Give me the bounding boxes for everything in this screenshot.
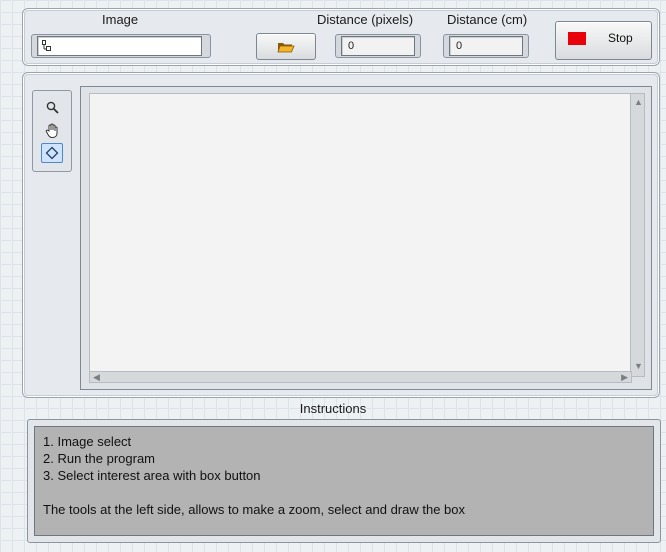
folder-open-icon: [277, 43, 295, 53]
instruction-note: The tools at the left side, allows to ma…: [43, 502, 465, 517]
vi-front-panel: Image Distance (pixels) 0 Distance (cm) …: [0, 0, 666, 552]
distance-pixels-indicator: 0: [341, 36, 415, 56]
instruction-line: 3. Select interest area with box button: [43, 468, 261, 483]
stop-button[interactable]: Stop: [555, 21, 652, 60]
stop-led: [568, 32, 586, 45]
distance-cm-label: Distance (cm): [447, 12, 528, 27]
image-display[interactable]: [89, 93, 632, 377]
pan-tool[interactable]: [41, 120, 63, 140]
scroll-left-arrow-icon[interactable]: ◀: [93, 373, 100, 382]
hand-icon: [45, 123, 58, 138]
instructions-text: 1. Image select 2. Run the program 3. Se…: [34, 426, 654, 536]
instruction-spacer: [43, 484, 645, 501]
scroll-down-arrow-icon[interactable]: ▼: [634, 362, 643, 371]
scroll-up-arrow-icon[interactable]: ▲: [634, 98, 643, 107]
browse-button[interactable]: [256, 33, 316, 60]
image-path-label: Image: [102, 12, 139, 27]
horizontal-scrollbar[interactable]: ◀ ▶: [89, 371, 632, 383]
instructions-title: Instructions: [299, 401, 367, 416]
distance-pixels-label: Distance (pixels): [317, 12, 414, 27]
instruction-line: 2. Run the program: [43, 451, 156, 466]
image-path-field[interactable]: [37, 36, 202, 56]
distance-cm-value: 0: [456, 40, 463, 52]
distance-pixels-value: 0: [348, 40, 355, 52]
instruction-line: 1. Image select: [43, 434, 132, 449]
distance-pixels-container: 0: [335, 34, 421, 58]
vertical-scrollbar[interactable]: ▲ ▼: [630, 93, 645, 377]
distance-cm-container: 0: [443, 34, 529, 58]
rectangle-tool[interactable]: [41, 143, 63, 163]
path-icon: [42, 40, 51, 51]
image-display-container: ▲ ▼ ◀ ▶: [80, 86, 652, 390]
tool-palette: [32, 90, 72, 172]
stop-button-label: Stop: [608, 31, 633, 45]
zoom-tool[interactable]: [41, 97, 63, 117]
magnifier-icon: [46, 101, 59, 114]
instructions-container: 1. Image select 2. Run the program 3. Se…: [27, 419, 661, 543]
distance-cm-indicator: 0: [449, 36, 523, 56]
diamond-selection-icon: [45, 146, 59, 160]
top-control-frame: Image Distance (pixels) 0 Distance (cm) …: [22, 8, 660, 66]
image-path-container: [31, 34, 211, 58]
scroll-right-arrow-icon[interactable]: ▶: [621, 373, 628, 382]
